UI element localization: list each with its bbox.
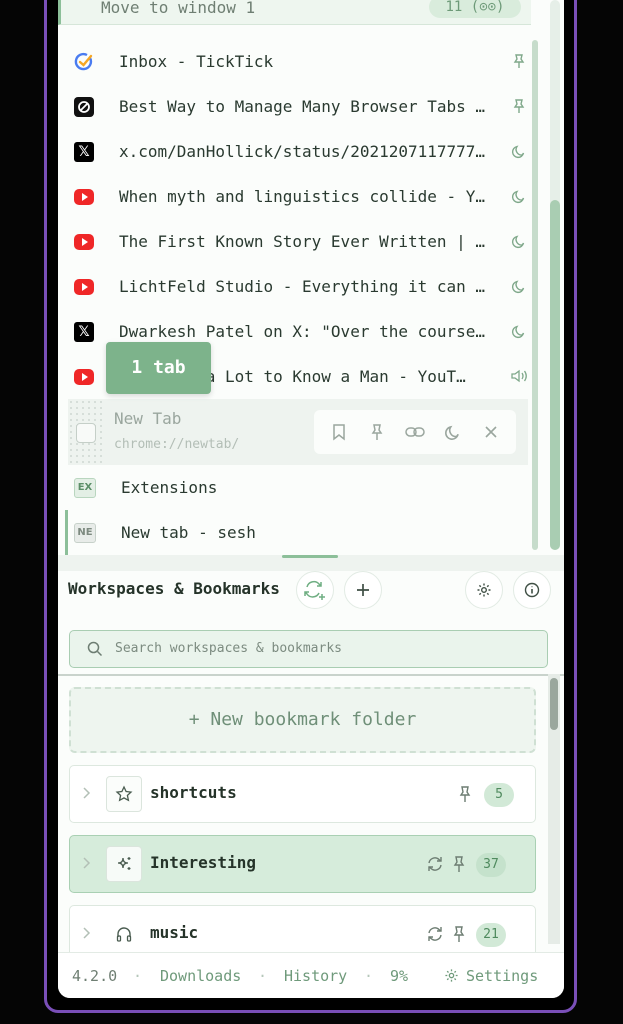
- moon-icon[interactable]: [510, 142, 528, 160]
- extension-panel: Move to window 1 11 (⊙⊙) Inbox - TickTic…: [58, 0, 564, 998]
- pin-icon[interactable]: [451, 855, 469, 873]
- tab-title: New Tab: [114, 409, 182, 428]
- sync-icon[interactable]: [426, 855, 444, 873]
- folder-name: shortcuts: [150, 783, 237, 802]
- moon-icon[interactable]: [510, 187, 528, 205]
- headphones-icon: [106, 916, 142, 952]
- tab-row[interactable]: When myth and linguistics collide - Y…: [68, 174, 528, 219]
- tab-title: When myth and linguistics collide - Y…: [119, 187, 486, 206]
- moon-icon[interactable]: [510, 232, 528, 250]
- search-placeholder: Search workspaces & bookmarks: [115, 641, 342, 656]
- add-button[interactable]: [344, 571, 382, 609]
- youtube-icon: [74, 368, 94, 385]
- gear-icon[interactable]: [465, 571, 503, 609]
- panel-splitter[interactable]: [58, 555, 564, 571]
- divider: [58, 674, 564, 676]
- tab-row[interactable]: Inbox - TickTick: [68, 39, 528, 84]
- bookmarks-scrollbar-thumb[interactable]: [550, 678, 558, 730]
- separator-dot: ·: [258, 967, 268, 985]
- new-bookmark-folder-button[interactable]: + New bookmark folder: [69, 687, 536, 753]
- pin-icon[interactable]: [510, 97, 528, 115]
- window-tab-count: 11 (⊙⊙): [429, 0, 521, 18]
- pin-icon[interactable]: [451, 925, 469, 943]
- separator-dot: ·: [364, 967, 374, 985]
- selected-tab-row[interactable]: New Tab chrome://newtab/: [68, 399, 528, 465]
- tab-title: Inbox - TickTick: [119, 52, 274, 71]
- x-icon: 𝕏: [74, 141, 94, 162]
- tab-title: Extensions: [121, 478, 218, 497]
- tab-url: chrome://newtab/: [114, 437, 240, 452]
- extension-badge-icon: EX: [74, 477, 96, 498]
- folder-count-badge: 37: [476, 853, 506, 877]
- window-group-label: Move to window 1: [101, 0, 256, 17]
- chevron-right-icon[interactable]: [80, 784, 94, 802]
- tab-row[interactable]: 𝕏 x.com/DanHollick/status/2021207117777…: [68, 129, 528, 174]
- tab-row[interactable]: EX Extensions: [68, 465, 528, 510]
- tab-row[interactable]: NE New tab - sesh: [65, 510, 528, 555]
- tab-title: Dwarkesh Patel on X: "Over the course…: [119, 322, 486, 341]
- splitter-grip[interactable]: [282, 555, 338, 558]
- star-icon: [106, 776, 142, 812]
- tab-row[interactable]: LichtFeld Studio - Everything it can …: [68, 264, 528, 309]
- scrollbar-thumb[interactable]: [550, 200, 560, 550]
- sync-add-button[interactable]: [296, 571, 334, 609]
- chevron-right-icon[interactable]: [80, 854, 94, 872]
- tab-title: x.com/DanHollick/status/2021207117777…: [119, 142, 486, 161]
- tab-list: Inbox - TickTick Best Way to Manage Many…: [65, 39, 528, 555]
- moon-icon[interactable]: [510, 277, 528, 295]
- folder-count-badge: 21: [476, 923, 506, 947]
- usage-percent: 9%: [390, 967, 409, 985]
- youtube-icon: [74, 278, 94, 295]
- bookmark-icon[interactable]: [329, 422, 349, 442]
- pin-icon[interactable]: [510, 52, 528, 70]
- workspaces-title: Workspaces & Bookmarks: [68, 579, 280, 598]
- pin-icon[interactable]: [457, 785, 475, 803]
- link-icon[interactable]: [405, 422, 425, 442]
- tab-select-checkbox[interactable]: [76, 423, 96, 443]
- newtab-badge-icon: NE: [74, 522, 96, 543]
- folder-name: music: [150, 923, 199, 942]
- search-field[interactable]: Search workspaces & bookmarks: [69, 630, 548, 668]
- sparkle-icon: [106, 846, 142, 882]
- folder-row-shortcuts[interactable]: shortcuts 5: [69, 765, 536, 823]
- folder-row-interesting[interactable]: Interesting 37: [69, 835, 536, 893]
- pin-icon[interactable]: [367, 422, 387, 442]
- history-link[interactable]: History: [284, 967, 347, 985]
- youtube-icon: [74, 233, 94, 250]
- tab-title: The First Known Story Ever Written | …: [119, 232, 486, 251]
- separator-dot: ·: [133, 967, 143, 985]
- tab-list-scroll-indicator: [532, 40, 538, 550]
- moon-icon[interactable]: [510, 322, 528, 340]
- sync-icon[interactable]: [426, 925, 444, 943]
- tab-action-bar: [314, 410, 516, 454]
- drag-count-tooltip: 1 tab: [106, 342, 211, 394]
- workspaces-header: Workspaces & Bookmarks: [58, 571, 564, 631]
- downloads-link[interactable]: Downloads: [160, 967, 241, 985]
- version-label: 4.2.0: [72, 967, 118, 985]
- moon-icon[interactable]: [443, 422, 463, 442]
- close-icon[interactable]: [481, 422, 501, 442]
- tab-row[interactable]: Best Way to Manage Many Browser Tabs …: [68, 84, 528, 129]
- tab-title: Best Way to Manage Many Browser Tabs …: [119, 97, 486, 116]
- window-group-header[interactable]: Move to window 1 11 (⊙⊙): [58, 0, 531, 25]
- chevron-right-icon[interactable]: [80, 924, 94, 942]
- tab-title: LichtFeld Studio - Everything it can …: [119, 277, 486, 296]
- x-icon: 𝕏: [74, 321, 94, 342]
- audio-playing-icon[interactable]: [510, 367, 528, 385]
- settings-link[interactable]: Settings: [466, 967, 538, 985]
- dark-logo-icon: [74, 96, 94, 117]
- ticktick-icon: [74, 52, 94, 72]
- tab-row[interactable]: The First Known Story Ever Written | …: [68, 219, 528, 264]
- tab-title: New tab - sesh: [121, 523, 256, 542]
- folder-count-badge: 5: [484, 783, 514, 807]
- search-icon: [86, 640, 104, 658]
- youtube-icon: [74, 188, 94, 205]
- footer-bar: 4.2.0 · Downloads · History · 9% Setting…: [58, 952, 564, 998]
- gear-icon[interactable]: [444, 968, 460, 984]
- info-icon[interactable]: [513, 571, 551, 609]
- folder-name: Interesting: [150, 853, 256, 872]
